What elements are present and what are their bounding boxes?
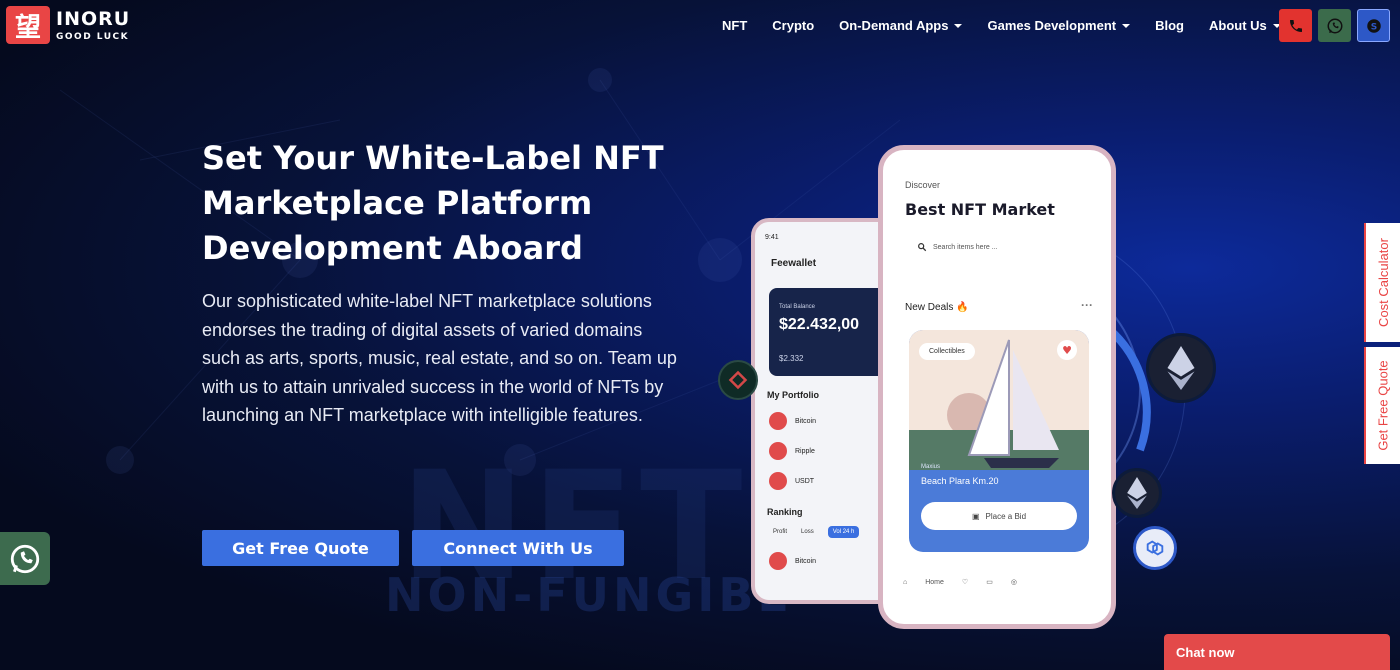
nft-card-name: Beach Plara Km.20 [921, 476, 999, 486]
search-icon [918, 243, 927, 252]
ripple-icon [769, 442, 787, 460]
nav-item-on-demand-apps[interactable]: On-Demand Apps [839, 18, 963, 33]
wallet-icon: ▭ [986, 579, 993, 586]
ethereum-icon [1112, 468, 1162, 518]
coin-row: Bitcoin [769, 412, 816, 430]
bid-icon: ▣ [971, 511, 980, 521]
ranking-heading: Ranking [767, 507, 803, 517]
get-free-quote-button[interactable]: Get Free Quote [202, 530, 399, 566]
token-icon [718, 360, 758, 400]
ranking-tabs: Profit Loss Vol 24 h [773, 526, 860, 538]
nav-item-crypto[interactable]: Crypto [772, 18, 814, 33]
chevron-down-icon [1122, 23, 1131, 28]
nav-label: Games Development [987, 18, 1117, 33]
coin-name: Bitcoin [795, 417, 817, 425]
wallet-title: Feewallet [771, 258, 817, 269]
ethereum-icon [1146, 333, 1216, 403]
connect-with-us-button[interactable]: Connect With Us [412, 530, 624, 566]
nav-item-games-development[interactable]: Games Development [987, 18, 1131, 33]
brand-name: INORU [56, 8, 131, 30]
ranking-tab: Vol 24 h [827, 526, 860, 538]
ranking-tab: Profit [773, 529, 788, 535]
bitcoin-icon [769, 552, 787, 570]
coin-row: USDT [769, 472, 814, 490]
skype-icon: S [1366, 18, 1381, 33]
phone-button[interactable] [1279, 9, 1312, 42]
cost-calculator-label: Cost Calculator [1375, 238, 1391, 327]
nft-card-subtitle: Maxius [921, 464, 941, 470]
heart-outline-icon: ♡ [961, 579, 969, 586]
coin-name: Ripple [795, 447, 815, 455]
nav-label: Crypto [772, 18, 815, 33]
coin-row: Ripple [769, 442, 815, 460]
get-free-quote-tab[interactable]: Get Free Quote [1364, 347, 1400, 464]
home-label: Home [925, 578, 944, 586]
heart-icon: ♥ [1057, 340, 1077, 360]
balance-amount: $22.432,00 [779, 316, 860, 333]
nft-market-phone-mockup: Discover Best NFT Market Search items he… [878, 145, 1116, 629]
ranking-tab: Loss [801, 529, 814, 535]
whatsapp-icon [1327, 18, 1342, 33]
coin-name: USDT [795, 477, 815, 485]
bid-label: Place a Bid [985, 511, 1027, 521]
polygon-icon [1133, 526, 1177, 570]
search-placeholder: Search items here ... [933, 243, 998, 251]
brand-tagline: GOOD LUCK [56, 32, 130, 42]
nav-item-about-us[interactable]: About Us [1209, 18, 1281, 33]
brand-logo[interactable]: 望 INORU GOOD LUCK [6, 6, 130, 44]
more-icon: ··· [1081, 298, 1093, 312]
whatsapp-icon [10, 544, 40, 573]
discover-label: Discover [905, 180, 941, 190]
collectibles-tag: Collectibles [919, 343, 975, 360]
market-search: Search items here ... [917, 242, 998, 252]
phone-icon [1289, 19, 1302, 32]
coin-row: Bitcoin [769, 552, 816, 570]
nav-item-nft[interactable]: NFT [722, 18, 747, 33]
nft-card: Collectibles ♥ Maxius Beach Plara Km.20 … [909, 330, 1089, 552]
nav-label: On-Demand Apps [839, 18, 949, 33]
chevron-down-icon [954, 23, 963, 28]
total-balance-label: Total Balance [779, 304, 816, 310]
usdt-icon [769, 472, 787, 490]
balance-sub-amount: $2.332 [779, 354, 804, 363]
profile-icon: ◎ [1010, 579, 1017, 586]
nav-label: Blog [1155, 18, 1184, 33]
nav-label: NFT [722, 18, 748, 33]
svg-text:S: S [1370, 22, 1376, 32]
background-non-fungible-text: NON-FUNGIBL [385, 568, 791, 622]
main-nav: NFT Crypto On-Demand Apps Games Developm… [722, 18, 1306, 33]
phone-time: 9:41 [765, 234, 779, 241]
home-icon: ⌂ [903, 578, 908, 586]
phone-bottom-nav: ⌂ Home ♡ ▭ ◎ [903, 578, 1017, 587]
chat-now-button[interactable]: Chat now [1164, 634, 1390, 670]
hero-title: Set Your White-Label NFT Marketplace Pla… [202, 139, 664, 267]
bitcoin-icon [769, 412, 787, 430]
cost-calculator-tab[interactable]: Cost Calculator [1364, 223, 1400, 342]
logo-mark: 望 [6, 6, 50, 44]
nav-label: About Us [1208, 18, 1267, 33]
market-title: Best NFT Market [905, 200, 1055, 219]
get-free-quote-label: Get Free Quote [1375, 360, 1391, 451]
hero-description: Our sophisticated white-label NFT market… [202, 291, 677, 425]
coin-name: Bitcoin [795, 557, 817, 565]
new-deals-heading: New Deals 🔥 [905, 302, 969, 313]
portfolio-heading: My Portfolio [767, 390, 819, 400]
skype-button[interactable]: S [1357, 9, 1390, 42]
place-a-bid-button: ▣ Place a Bid [921, 502, 1077, 530]
whatsapp-button[interactable] [1318, 9, 1351, 42]
whatsapp-float-button[interactable] [0, 532, 50, 585]
nav-item-blog[interactable]: Blog [1155, 18, 1184, 33]
